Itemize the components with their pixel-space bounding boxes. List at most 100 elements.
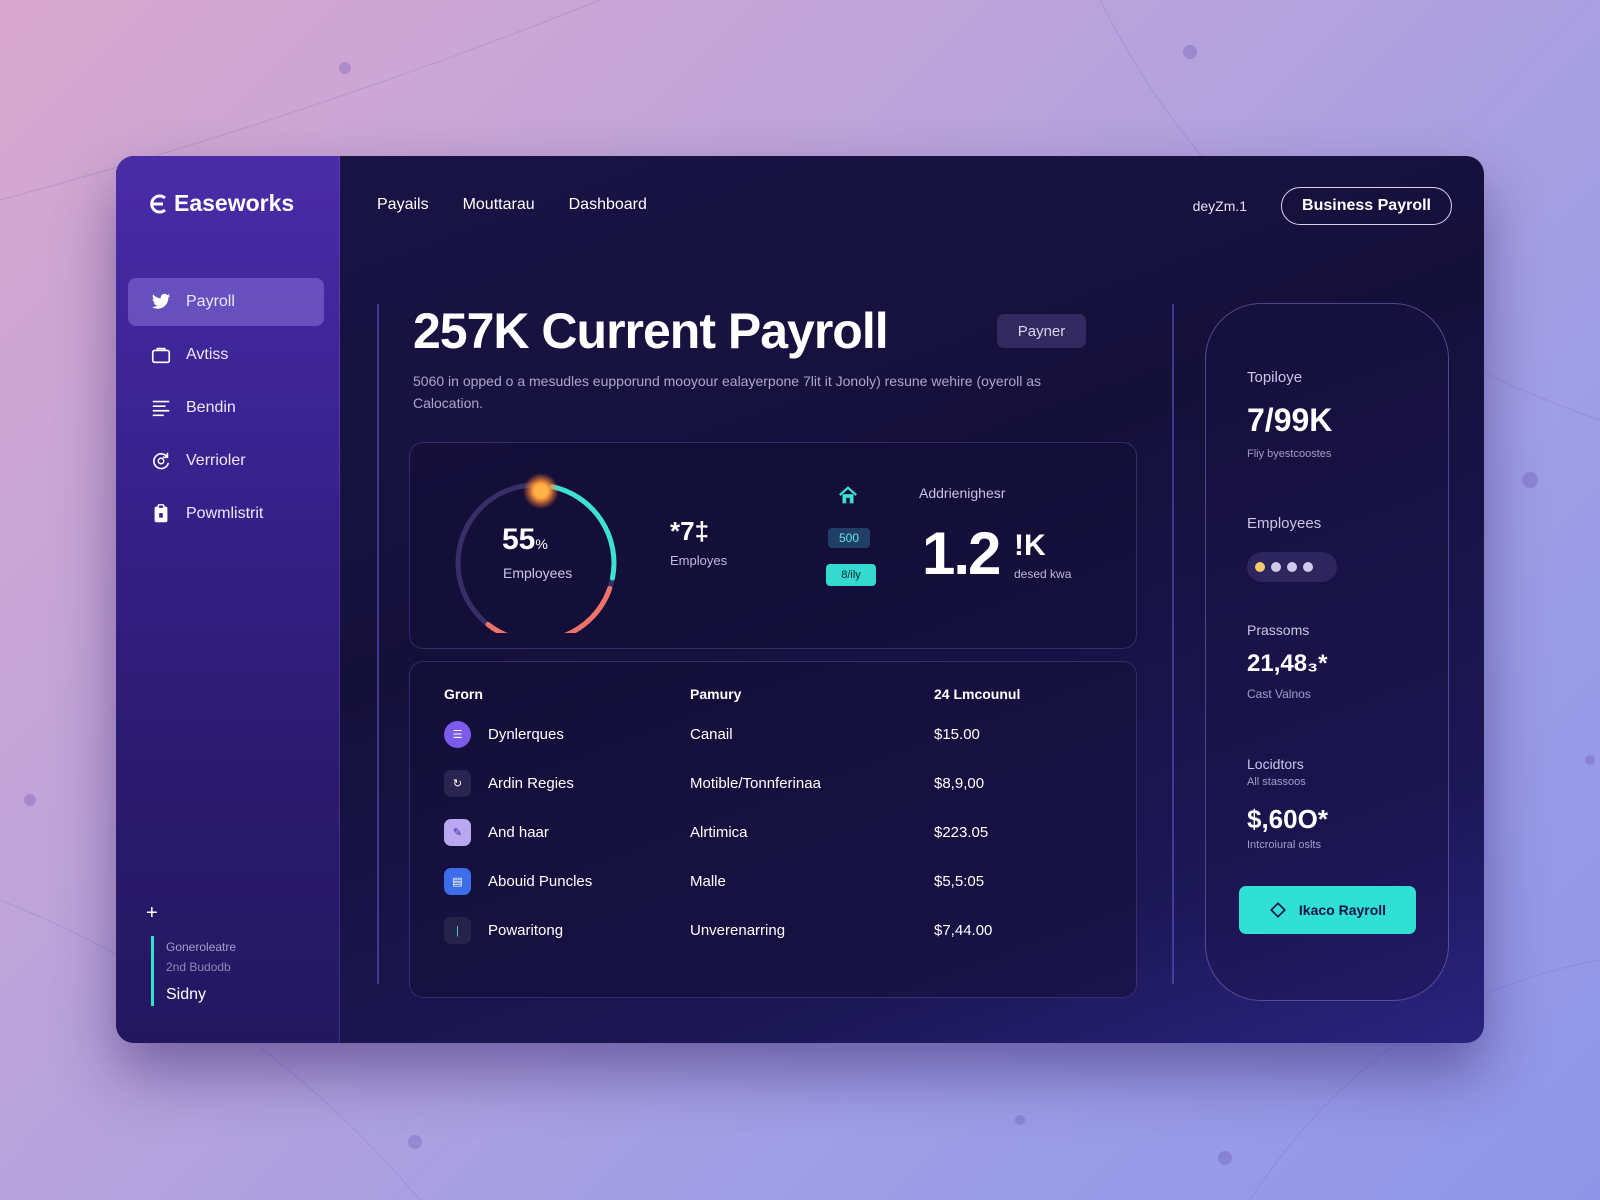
summary-panel: Topiloye 7/99K Fliy byestcoostes Employe… bbox=[1205, 303, 1449, 1001]
page-title: 257K Current Payroll bbox=[413, 303, 889, 359]
persons-label: Prassoms bbox=[1247, 622, 1310, 638]
sidebar: Easeworks Payroll Avtiss Bendin Verriole… bbox=[116, 156, 340, 1043]
column-header-type[interactable]: Pamury bbox=[690, 686, 934, 710]
employees-value: *7‡ bbox=[670, 516, 710, 546]
row-amount: $5,5:05 bbox=[934, 873, 985, 890]
daily-chip[interactable]: 8/ily bbox=[826, 564, 876, 586]
row-amount: $8,9,00 bbox=[934, 775, 985, 792]
refresh-icon bbox=[153, 452, 170, 470]
row-chat-icon: ✎ bbox=[444, 819, 471, 846]
locations-sub-2: Intcroiural oslts bbox=[1247, 839, 1321, 851]
row-type: Canail bbox=[690, 726, 733, 743]
row-name: Ardin Regies bbox=[488, 775, 574, 792]
row-document-icon: ▤ bbox=[444, 868, 471, 895]
sidebar-item-label: Powmlistrit bbox=[186, 505, 264, 522]
home-icon[interactable] bbox=[837, 485, 859, 507]
make-payroll-label: Ikaco Rayroll bbox=[1298, 902, 1387, 918]
header-actions: deyZm.1 Business Payroll bbox=[1193, 187, 1452, 225]
bird-icon bbox=[151, 293, 171, 309]
topnav-payails[interactable]: Payails bbox=[377, 196, 429, 214]
ring-value: 55% bbox=[502, 523, 548, 556]
sidebar-footer: Goneroleatre 2nd Budodb Sidny bbox=[151, 936, 321, 1006]
sidebar-item-powmlistrit[interactable]: Powmlistrit bbox=[128, 490, 324, 538]
column-header-amount[interactable]: 24 Lmcounul bbox=[934, 686, 1094, 710]
table-row[interactable]: ✎ And haar Alrtimica $223.05 bbox=[444, 808, 1102, 857]
make-payroll-button[interactable]: Ikaco Rayroll bbox=[1239, 886, 1416, 934]
sidebar-item-label: Bendin bbox=[186, 399, 236, 416]
user-label[interactable]: deyZm.1 bbox=[1193, 198, 1247, 214]
row-amount: $223.05 bbox=[934, 824, 989, 841]
row-bar-icon: | bbox=[444, 917, 471, 944]
table-row[interactable]: ☰ Dynlerques Canail $15.00 bbox=[444, 710, 1102, 759]
app-window: Easeworks Payroll Avtiss Bendin Verriole… bbox=[116, 156, 1484, 1043]
add-button[interactable]: + bbox=[146, 902, 158, 925]
stats-card: 55% Employees *7‡ Employes 500 8/ily Add… bbox=[409, 442, 1137, 649]
sidebar-item-label: Avtiss bbox=[186, 346, 229, 363]
locations-sub: All stassoos bbox=[1247, 776, 1306, 788]
sidebar-item-verrioler[interactable]: Verrioler bbox=[128, 437, 324, 485]
row-type: Motible/Tonnferinaa bbox=[690, 775, 821, 792]
additional-label: Addrienighesr bbox=[919, 485, 1006, 501]
table-row[interactable]: ▤ Abouid Puncles Malle $5,5:05 bbox=[444, 857, 1102, 906]
divider-right bbox=[1172, 304, 1174, 984]
table-header: Grorn Pamury 24 Lmcounul bbox=[444, 686, 1102, 710]
footer-line-2: 2nd Budodb bbox=[166, 960, 231, 974]
ring-glow-core bbox=[534, 484, 548, 498]
table-row[interactable]: | Powaritong Unverenarring $7,44.00 bbox=[444, 906, 1102, 955]
business-payroll-button[interactable]: Business Payroll bbox=[1281, 187, 1452, 225]
column-header-name[interactable]: Grorn bbox=[444, 686, 690, 710]
row-name: Dynlerques bbox=[488, 726, 564, 743]
logo[interactable]: Easeworks bbox=[146, 190, 294, 217]
sidebar-nav: Payroll Avtiss Bendin Verrioler Powmlist… bbox=[128, 278, 324, 543]
persons-sub: Cast Valnos bbox=[1247, 687, 1311, 701]
row-type: Malle bbox=[690, 873, 726, 890]
topnav-dashboard[interactable]: Dashboard bbox=[569, 196, 647, 214]
sidebar-item-label: Verrioler bbox=[186, 452, 246, 469]
page-description: 5060 in opped o a mesudles eupporund moo… bbox=[413, 373, 1042, 411]
row-avatar-icon: ☰ bbox=[444, 721, 471, 748]
diamond-icon bbox=[1270, 902, 1286, 918]
row-name: And haar bbox=[488, 824, 549, 841]
employee-avatars[interactable] bbox=[1247, 552, 1337, 582]
payner-tag[interactable]: Payner bbox=[997, 314, 1086, 348]
logo-text: Easeworks bbox=[174, 190, 295, 216]
avatar bbox=[1303, 562, 1313, 572]
count-chip[interactable]: 500 bbox=[828, 528, 870, 548]
row-refresh-icon: ↻ bbox=[444, 770, 471, 797]
clipboard-icon bbox=[154, 504, 168, 523]
row-type: Alrtimica bbox=[690, 824, 748, 841]
row-name: Abouid Puncles bbox=[488, 873, 593, 890]
avatar bbox=[1255, 562, 1265, 572]
divider-left bbox=[377, 304, 379, 984]
bag-icon bbox=[151, 347, 171, 364]
sidebar-item-label: Payroll bbox=[186, 293, 235, 310]
payroll-table: Grorn Pamury 24 Lmcounul ☰ Dynlerques Can… bbox=[409, 661, 1137, 998]
list-icon bbox=[152, 400, 170, 417]
topnav-mouttarau[interactable]: Mouttarau bbox=[463, 196, 535, 214]
footer-user[interactable]: Sidny bbox=[166, 986, 321, 1004]
big-value: 1.2 bbox=[922, 520, 1001, 587]
persons-value: 21,48₃* bbox=[1247, 650, 1328, 677]
row-name: Powaritong bbox=[488, 922, 564, 939]
footer-line-1: Goneroleatre bbox=[166, 940, 237, 954]
table-row[interactable]: ↻ Ardin Regies Motible/Tonnferinaa $8,9,0… bbox=[444, 759, 1102, 808]
sidebar-item-bendin[interactable]: Bendin bbox=[128, 384, 324, 432]
logo-icon bbox=[150, 194, 166, 213]
top-employee-value: 7/99K bbox=[1247, 402, 1333, 438]
sidebar-item-avtiss[interactable]: Avtiss bbox=[128, 331, 324, 379]
row-type: Unverenarring bbox=[690, 922, 786, 939]
sidebar-item-payroll[interactable]: Payroll bbox=[128, 278, 324, 326]
row-amount: $15.00 bbox=[934, 726, 980, 743]
big-value-sub: desed kwa bbox=[1014, 567, 1072, 581]
locations-label: Locidtors bbox=[1247, 756, 1304, 772]
employees-label: Employes bbox=[670, 553, 728, 568]
avatar bbox=[1271, 562, 1281, 572]
big-value-unit: !K bbox=[1014, 529, 1046, 562]
ring-label: Employees bbox=[503, 565, 573, 581]
top-employee-sub: Fliy byestcoostes bbox=[1247, 448, 1332, 460]
employees-panel-label: Employees bbox=[1247, 515, 1322, 532]
row-amount: $7,44.00 bbox=[934, 922, 993, 939]
ring-segment-coral bbox=[485, 586, 613, 633]
locations-value: $,60O* bbox=[1247, 804, 1328, 834]
top-employee-label: Topiloye bbox=[1247, 369, 1303, 386]
